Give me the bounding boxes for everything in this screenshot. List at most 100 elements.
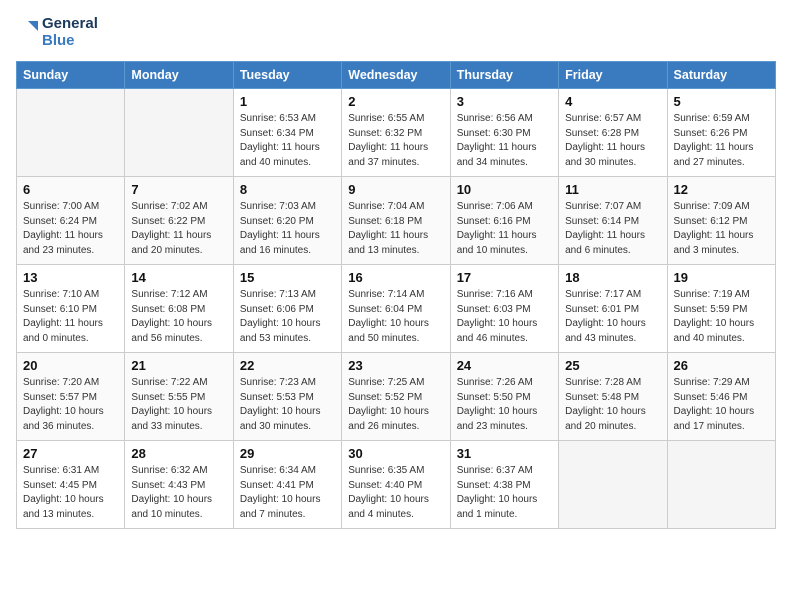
- day-info: Sunrise: 7:29 AMSunset: 5:46 PMDaylight:…: [674, 376, 769, 434]
- day-number: 5: [674, 94, 769, 109]
- calendar-day-cell: 30 Sunrise: 6:35 AMSunset: 4:40 PMDayligh…: [342, 441, 450, 529]
- day-number: 28: [131, 446, 226, 461]
- calendar-day-cell: 17 Sunrise: 7:16 AMSunset: 6:03 PMDayligh…: [450, 265, 558, 353]
- day-info: Sunrise: 7:09 AMSunset: 6:12 PMDaylight:…: [674, 200, 769, 258]
- calendar-week-row: 13Sunrise: 7:10 AMSunset: 6:10 PMDayligh…: [17, 265, 776, 353]
- calendar-day-cell: [559, 441, 667, 529]
- day-info: Sunrise: 6:32 AMSunset: 4:43 PMDaylight:…: [131, 464, 226, 522]
- logo-line2: Blue: [42, 33, 98, 50]
- calendar-day-cell: [17, 89, 125, 177]
- calendar-day-cell: [125, 89, 233, 177]
- day-number: 21: [131, 358, 226, 373]
- calendar-day-cell: 29 Sunrise: 6:34 AMSunset: 4:41 PMDayligh…: [233, 441, 341, 529]
- day-info: Sunrise: 7:00 AMSunset: 6:24 PMDaylight:…: [23, 200, 118, 258]
- day-number: 17: [457, 270, 552, 285]
- day-number: 26: [674, 358, 769, 373]
- day-info: Sunrise: 6:57 AMSunset: 6:28 PMDaylight:…: [565, 112, 660, 170]
- day-number: 9: [348, 182, 443, 197]
- day-number: 31: [457, 446, 552, 461]
- day-info: Sunrise: 7:06 AMSunset: 6:16 PMDaylight:…: [457, 200, 552, 258]
- calendar-day-cell: 3 Sunrise: 6:56 AMSunset: 6:30 PMDaylight…: [450, 89, 558, 177]
- day-number: 29: [240, 446, 335, 461]
- weekday-header-row: SundayMondayTuesdayWednesdayThursdayFrid…: [17, 62, 776, 89]
- day-number: 4: [565, 94, 660, 109]
- calendar-day-cell: 5 Sunrise: 6:59 AMSunset: 6:26 PMDaylight…: [667, 89, 775, 177]
- day-number: 24: [457, 358, 552, 373]
- calendar-day-cell: 26 Sunrise: 7:29 AMSunset: 5:46 PMDayligh…: [667, 353, 775, 441]
- day-number: 23: [348, 358, 443, 373]
- day-number: 22: [240, 358, 335, 373]
- calendar-day-cell: 6 Sunrise: 7:00 AMSunset: 6:24 PMDaylight…: [17, 177, 125, 265]
- day-info: Sunrise: 7:28 AMSunset: 5:48 PMDaylight:…: [565, 376, 660, 434]
- calendar-day-cell: 22 Sunrise: 7:23 AMSunset: 5:53 PMDayligh…: [233, 353, 341, 441]
- calendar-day-cell: 14Sunrise: 7:12 AMSunset: 6:08 PMDayligh…: [125, 265, 233, 353]
- logo-line1: General: [42, 16, 98, 33]
- day-info: Sunrise: 6:55 AMSunset: 6:32 PMDaylight:…: [348, 112, 443, 170]
- day-number: 27: [23, 446, 118, 461]
- day-info: Sunrise: 6:37 AMSunset: 4:38 PMDaylight:…: [457, 464, 552, 522]
- day-info: Sunrise: 7:16 AMSunset: 6:03 PMDaylight:…: [457, 288, 552, 346]
- calendar-day-cell: 21Sunrise: 7:22 AMSunset: 5:55 PMDayligh…: [125, 353, 233, 441]
- day-info: Sunrise: 7:23 AMSunset: 5:53 PMDaylight:…: [240, 376, 335, 434]
- calendar-day-cell: 13Sunrise: 7:10 AMSunset: 6:10 PMDayligh…: [17, 265, 125, 353]
- weekday-header: Thursday: [450, 62, 558, 89]
- day-number: 12: [674, 182, 769, 197]
- day-info: Sunrise: 6:34 AMSunset: 4:41 PMDaylight:…: [240, 464, 335, 522]
- calendar-day-cell: 15 Sunrise: 7:13 AMSunset: 6:06 PMDayligh…: [233, 265, 341, 353]
- calendar-day-cell: 23 Sunrise: 7:25 AMSunset: 5:52 PMDayligh…: [342, 353, 450, 441]
- day-number: 13: [23, 270, 118, 285]
- day-number: 16: [348, 270, 443, 285]
- day-number: 20: [23, 358, 118, 373]
- weekday-header: Sunday: [17, 62, 125, 89]
- day-info: Sunrise: 6:59 AMSunset: 6:26 PMDaylight:…: [674, 112, 769, 170]
- calendar-day-cell: 8Sunrise: 7:03 AMSunset: 6:20 PMDaylight…: [233, 177, 341, 265]
- calendar-week-row: 6 Sunrise: 7:00 AMSunset: 6:24 PMDaylight…: [17, 177, 776, 265]
- calendar-day-cell: [667, 441, 775, 529]
- day-number: 3: [457, 94, 552, 109]
- page-header: General Blue: [16, 16, 776, 49]
- day-number: 7: [131, 182, 226, 197]
- calendar-day-cell: 7 Sunrise: 7:02 AMSunset: 6:22 PMDaylight…: [125, 177, 233, 265]
- day-number: 25: [565, 358, 660, 373]
- day-number: 10: [457, 182, 552, 197]
- day-number: 6: [23, 182, 118, 197]
- day-info: Sunrise: 6:56 AMSunset: 6:30 PMDaylight:…: [457, 112, 552, 170]
- calendar-day-cell: 11Sunrise: 7:07 AMSunset: 6:14 PMDayligh…: [559, 177, 667, 265]
- day-info: Sunrise: 7:19 AMSunset: 5:59 PMDaylight:…: [674, 288, 769, 346]
- day-info: Sunrise: 7:25 AMSunset: 5:52 PMDaylight:…: [348, 376, 443, 434]
- day-info: Sunrise: 7:14 AMSunset: 6:04 PMDaylight:…: [348, 288, 443, 346]
- calendar-week-row: 1Sunrise: 6:53 AMSunset: 6:34 PMDaylight…: [17, 89, 776, 177]
- day-info: Sunrise: 7:17 AMSunset: 6:01 PMDaylight:…: [565, 288, 660, 346]
- day-number: 2: [348, 94, 443, 109]
- day-info: Sunrise: 6:35 AMSunset: 4:40 PMDaylight:…: [348, 464, 443, 522]
- calendar-day-cell: 27 Sunrise: 6:31 AMSunset: 4:45 PMDayligh…: [17, 441, 125, 529]
- calendar-day-cell: 10 Sunrise: 7:06 AMSunset: 6:16 PMDayligh…: [450, 177, 558, 265]
- day-number: 30: [348, 446, 443, 461]
- logo-container: General Blue: [16, 16, 98, 49]
- logo-text: General Blue: [42, 16, 98, 49]
- day-number: 8: [240, 182, 335, 197]
- calendar-week-row: 27 Sunrise: 6:31 AMSunset: 4:45 PMDayligh…: [17, 441, 776, 529]
- day-number: 15: [240, 270, 335, 285]
- calendar-day-cell: 25 Sunrise: 7:28 AMSunset: 5:48 PMDayligh…: [559, 353, 667, 441]
- day-number: 18: [565, 270, 660, 285]
- day-info: Sunrise: 7:02 AMSunset: 6:22 PMDaylight:…: [131, 200, 226, 258]
- day-number: 11: [565, 182, 660, 197]
- calendar-week-row: 20Sunrise: 7:20 AMSunset: 5:57 PMDayligh…: [17, 353, 776, 441]
- calendar-day-cell: 1Sunrise: 6:53 AMSunset: 6:34 PMDaylight…: [233, 89, 341, 177]
- calendar-day-cell: 28 Sunrise: 6:32 AMSunset: 4:43 PMDayligh…: [125, 441, 233, 529]
- calendar-day-cell: 9Sunrise: 7:04 AMSunset: 6:18 PMDaylight…: [342, 177, 450, 265]
- day-info: Sunrise: 7:12 AMSunset: 6:08 PMDaylight:…: [131, 288, 226, 346]
- day-info: Sunrise: 7:13 AMSunset: 6:06 PMDaylight:…: [240, 288, 335, 346]
- day-info: Sunrise: 7:26 AMSunset: 5:50 PMDaylight:…: [457, 376, 552, 434]
- calendar-day-cell: 18 Sunrise: 7:17 AMSunset: 6:01 PMDayligh…: [559, 265, 667, 353]
- weekday-header: Friday: [559, 62, 667, 89]
- weekday-header: Monday: [125, 62, 233, 89]
- calendar-day-cell: 4 Sunrise: 6:57 AMSunset: 6:28 PMDaylight…: [559, 89, 667, 177]
- weekday-header: Wednesday: [342, 62, 450, 89]
- calendar-day-cell: 19Sunrise: 7:19 AMSunset: 5:59 PMDayligh…: [667, 265, 775, 353]
- calendar-day-cell: 24 Sunrise: 7:26 AMSunset: 5:50 PMDayligh…: [450, 353, 558, 441]
- calendar-table: SundayMondayTuesdayWednesdayThursdayFrid…: [16, 61, 776, 529]
- day-info: Sunrise: 6:31 AMSunset: 4:45 PMDaylight:…: [23, 464, 118, 522]
- weekday-header: Tuesday: [233, 62, 341, 89]
